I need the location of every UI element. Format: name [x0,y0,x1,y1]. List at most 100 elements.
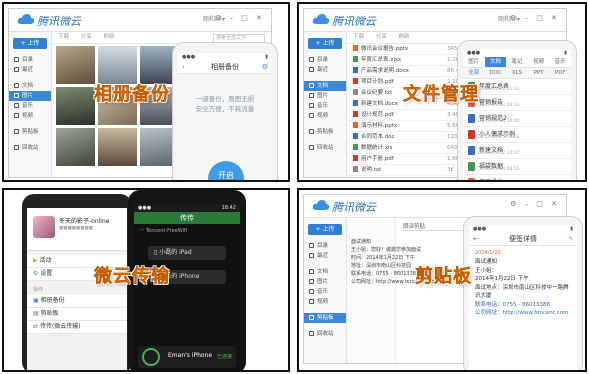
nav-docs[interactable]: 文档 [9,81,51,91]
phone-screen: ●●● ▮ ‹ 相册备份 ⚙ 一键备份，原图无损 安全方便，不耗流量 开启 [178,53,272,182]
filter-tab[interactable]: 全部 [463,68,485,78]
device-item[interactable]: ▯ 小磊的 iPad [148,246,226,260]
doc-row[interactable]: 营销报告 2014-03-20 09:12 [463,95,571,111]
doc-row[interactable]: 新建文档 2014-03-12 14:27 [463,143,571,159]
doc-row[interactable]: 小人偶求示例 2014-03-15 10:02 [463,127,571,143]
doc-row[interactable]: 福袋数据 2014-03-10 08:55 [463,159,571,175]
window-controls[interactable]: ⚙ – □ ✕ [510,14,560,22]
label-clipboard: 剪贴板 [415,266,472,287]
upload-button[interactable]: + 上传 [308,38,342,49]
nav-catalog[interactable]: 目录 [9,55,51,65]
refresh-button[interactable]: 刷新 [399,34,410,40]
nav-recent[interactable]: 最近 [9,65,51,75]
media-tab[interactable]: 文档 [484,57,507,67]
photo-thumb[interactable] [56,128,95,166]
doc-list: 年度汇总表 2014-03-21 11:31 营销报告 2014-03-20 09:1… [463,79,571,182]
clipboard-panel: 腾讯微云 ⚙ – □ ✕ + 上传 目录 最近 文档 图片 音乐 视频 剪贴板 … [297,188,587,372]
nav-images[interactable]: 图片 [304,277,346,287]
op-album-backup[interactable]: ▣ 相册备份 [27,295,127,308]
nav-docs[interactable]: 文档 [304,267,346,277]
photo-thumb[interactable] [98,46,137,84]
image-icon [309,279,314,284]
nav-music[interactable]: 音乐 [9,101,51,111]
share-button[interactable]: 分享 [376,34,387,40]
nav-images[interactable]: 图片 [304,91,346,101]
share-button[interactable]: 分享 [81,34,92,40]
label-file-manage: 文件管理 [403,84,479,105]
doc-icon [14,83,19,88]
filter-tab[interactable]: PPT [528,68,550,78]
nav-recycle[interactable]: 回收站 [304,143,346,153]
nav-label: 图片 [22,93,34,99]
photo-thumb[interactable] [56,46,95,84]
doc-type-icon [468,114,475,123]
nav-images[interactable]: 图片 [9,91,51,101]
enable-backup-button[interactable]: 开启 [208,161,244,182]
download-button[interactable]: 下载 [353,34,364,40]
nav-recycle[interactable]: 回收站 [9,143,51,153]
connected-device[interactable]: Eman's iPhone 已连接 [138,346,236,368]
title-bar: 腾讯微云 随和lei▾ ⚙ – □ ✕ [304,9,566,32]
avatar[interactable] [33,216,55,238]
menu-label: 设置 [40,270,53,277]
settings-icon[interactable]: ⚙ [262,61,268,73]
nav-catalog[interactable]: 目录 [304,241,346,251]
op-transfer[interactable]: ⇄ 传传(微云传输) [27,321,127,334]
status-bar: ●●● ▮ [469,225,577,233]
doc-type-icon [468,130,475,139]
filter-tab[interactable]: PDF [549,68,571,78]
nav-recent[interactable]: 最近 [304,251,346,261]
doc-row[interactable]: 营销规范2 2014-03-18 16:40 [463,111,571,127]
brand-name: 腾讯微云 [332,201,376,214]
status-bar: ●●● ▮ [178,53,272,61]
doc-row[interactable]: 演示设计2014-03-08 19:30 [463,175,571,182]
media-tab[interactable]: 音乐 [549,57,571,67]
back-icon[interactable]: ← [473,233,479,245]
nav-video[interactable]: 视频 [9,111,51,121]
doc-icon [309,269,314,274]
title-bar: 腾讯微云 随和lei▾ ⚙ – □ ✕ [9,9,271,32]
edit-icon[interactable]: ✎ [569,233,573,245]
connected-status: 已连接 [216,354,232,360]
file-name: 数据统计.xls [361,145,393,151]
nav-video[interactable]: 视频 [304,111,346,121]
file-type-icon [353,133,358,139]
media-tab[interactable]: 视频 [528,57,550,67]
carrier-text: ●●● [182,54,196,60]
filter-tab[interactable]: DOC [485,68,507,78]
device-avatar-icon [142,348,160,366]
nav-music[interactable]: 音乐 [304,287,346,297]
nav-recent[interactable]: 最近 [304,65,346,75]
nav-recycle[interactable]: 回收站 [304,329,346,339]
trash-icon [309,331,314,336]
nav-clipboard[interactable]: 剪贴板 [304,127,346,137]
photo-thumb[interactable] [98,128,137,166]
filter-tab[interactable]: XLS [506,68,528,78]
clock-icon [309,253,314,258]
photo-thumb[interactable] [56,87,95,125]
file-type-icon [353,45,358,51]
op-clipboard[interactable]: ▤ 剪贴板 [27,308,127,321]
back-icon[interactable]: ‹ [182,61,185,73]
refresh-button[interactable]: 刷新 [104,34,115,40]
brand-name: 腾讯微云 [37,15,81,28]
window-controls[interactable]: ⚙ – □ ✕ [510,200,560,208]
upload-button[interactable]: + 上传 [308,224,342,235]
download-button[interactable]: 下载 [58,34,69,40]
doc-row[interactable]: 年度汇总表 2014-03-21 11:31 [463,79,571,95]
nav-clipboard[interactable]: 剪贴板 [9,127,51,137]
nav-docs[interactable]: 文档 [304,81,346,91]
media-tab[interactable]: 图片 [463,57,485,67]
file-manage-panel: 腾讯微云 随和lei▾ ⚙ – □ ✕ + 上传 目录 最近 文档 图片 音乐 … [297,2,587,182]
nav-video[interactable]: 视频 [304,297,346,307]
nav-music[interactable]: 音乐 [304,101,346,111]
window-controls[interactable]: ⚙ – □ ✕ [215,14,265,22]
media-tab[interactable]: 笔记 [506,57,528,67]
nav-catalog[interactable]: 目录 [304,55,346,65]
file-type-icon [353,111,358,117]
file-type-icon [353,67,358,73]
nav-clipboard[interactable]: 剪贴板 [304,313,346,323]
nav-label: 剪贴板 [317,315,334,321]
upload-button[interactable]: + 上传 [13,38,47,49]
music-icon [14,103,19,108]
